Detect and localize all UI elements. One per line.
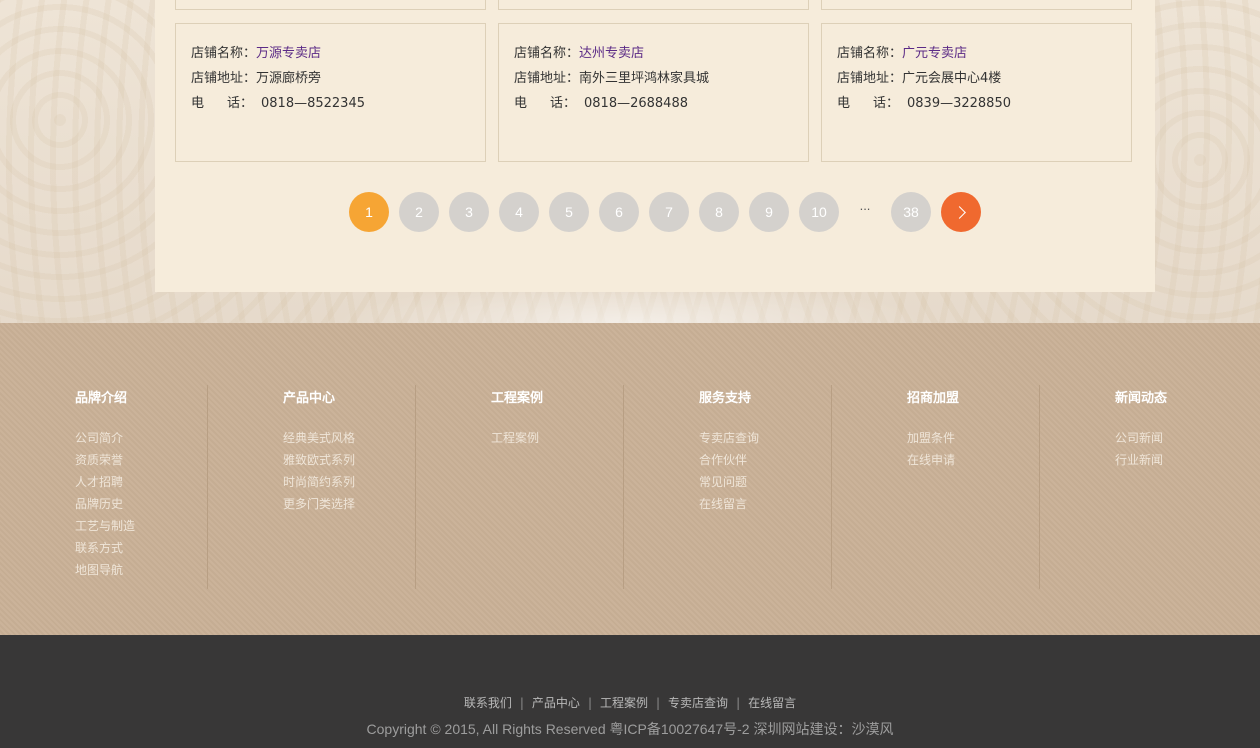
store-phone-row: 电话： 0839—3228850 (837, 91, 1131, 116)
footer-link[interactable]: 在线申请 (907, 449, 955, 471)
footer-link[interactable]: 品牌历史 (75, 493, 135, 515)
store-name-row: 店铺名称：广元专卖店 (837, 41, 1131, 66)
bottom-link-store-search[interactable]: 专卖店查询 (668, 696, 728, 710)
bottom-link-projects[interactable]: 工程案例 (600, 696, 648, 710)
page-button-6[interactable]: 6 (599, 192, 639, 232)
next-page-button[interactable] (941, 192, 981, 232)
link-separator: | (736, 696, 741, 710)
store-card-partial (821, 0, 1132, 10)
footer-link[interactable]: 公司简介 (75, 427, 135, 449)
store-address-row: 店铺地址：南外三里坪鸿林家具城 (514, 66, 808, 91)
store-phone-label: 电话： (191, 96, 254, 111)
footer-link[interactable]: 专卖店查询 (699, 427, 759, 449)
page-button-3[interactable]: 3 (449, 192, 489, 232)
footer-column-news: 新闻动态 公司新闻 行业新闻 (1040, 385, 1248, 589)
bottom-link-message[interactable]: 在线留言 (748, 696, 796, 710)
footer-link-list: 公司新闻 行业新闻 (1115, 427, 1163, 471)
bottom-link-contact[interactable]: 联系我们 (464, 696, 512, 710)
footer-link[interactable]: 公司新闻 (1115, 427, 1163, 449)
link-separator: | (519, 696, 524, 710)
store-address: 万源廊桥旁 (256, 71, 322, 86)
page-button-10[interactable]: 10 (799, 192, 839, 232)
footer-link[interactable]: 雅致欧式系列 (283, 449, 355, 471)
footer-link[interactable]: 更多门类选择 (283, 493, 355, 515)
store-phone: 0818—8522345 (261, 96, 365, 111)
store-name-label: 店铺名称： (837, 46, 903, 61)
footer-bottom-bar: 联系我们 | 产品中心 | 工程案例 | 专卖店查询 | 在线留言 Copyright © 20… (0, 635, 1260, 748)
footer-bottom-links: 联系我们 | 产品中心 | 工程案例 | 专卖店查询 | 在线留言 (0, 694, 1260, 711)
store-name-row: 店铺名称：达州专卖店 (514, 41, 808, 66)
bottom-link-products[interactable]: 产品中心 (532, 696, 580, 710)
footer-link-list: 加盟条件 在线申请 (907, 427, 955, 471)
store-phone-row: 电话： 0818—2688488 (514, 91, 808, 116)
store-address-row: 店铺地址：万源廊桥旁 (191, 66, 485, 91)
store-address-label: 店铺地址： (514, 71, 580, 86)
footer-column-title: 新闻动态 (1115, 391, 1168, 406)
footer-navigation: 品牌介绍 公司简介 资质荣誉 人才招聘 品牌历史 工艺与制造 联系方式 地图导航… (0, 323, 1260, 635)
footer-link[interactable]: 经典美式风格 (283, 427, 355, 449)
link-separator: | (656, 696, 661, 710)
footer-column-title: 服务支持 (699, 391, 752, 406)
footer-link[interactable]: 时尚简约系列 (283, 471, 355, 493)
footer-link[interactable]: 地图导航 (75, 559, 135, 581)
footer-link-list: 专卖店查询 合作伙伴 常见问题 在线留言 (699, 427, 759, 515)
footer-link-list: 工程案例 (491, 427, 539, 449)
footer-link-list: 公司简介 资质荣誉 人才招聘 品牌历史 工艺与制造 联系方式 地图导航 (75, 427, 135, 581)
footer-column-franchise: 招商加盟 加盟条件 在线申请 (832, 385, 1040, 589)
store-phone-label: 电话： (837, 96, 900, 111)
footer-link[interactable]: 在线留言 (699, 493, 759, 515)
store-address: 南外三里坪鸿林家具城 (579, 71, 710, 86)
chevron-right-icon (953, 205, 966, 219)
store-phone-label: 电话： (514, 96, 577, 111)
page-button-5[interactable]: 5 (549, 192, 589, 232)
page-button-2[interactable]: 2 (399, 192, 439, 232)
store-card: 店铺名称：广元专卖店 店铺地址：广元会展中心4楼 电话： 0839—3228850 (821, 23, 1132, 162)
store-phone: 0818—2688488 (584, 96, 688, 111)
store-name-label: 店铺名称： (514, 46, 580, 61)
footer-link[interactable]: 常见问题 (699, 471, 759, 493)
footer-link[interactable]: 行业新闻 (1115, 449, 1163, 471)
footer-link[interactable]: 工程案例 (491, 427, 539, 449)
store-name-row: 店铺名称：万源专卖店 (191, 41, 485, 66)
store-phone: 0839—3228850 (907, 96, 1011, 111)
store-address-label: 店铺地址： (191, 71, 257, 86)
store-name-link[interactable]: 广元专卖店 (902, 46, 967, 61)
store-address: 广元会展中心4楼 (902, 71, 1002, 86)
footer-column-service: 服务支持 专卖店查询 合作伙伴 常见问题 在线留言 (624, 385, 832, 589)
store-list-panel: 店铺名称：万源专卖店 店铺地址：万源廊桥旁 电话： 0818—8522345 店铺… (155, 0, 1155, 292)
store-address-label: 店铺地址： (837, 71, 903, 86)
page-button-8[interactable]: 8 (699, 192, 739, 232)
page-button-1[interactable]: 1 (349, 192, 389, 232)
footer-column-products: 产品中心 经典美式风格 雅致欧式系列 时尚简约系列 更多门类选择 (208, 385, 416, 589)
footer-column-projects: 工程案例 工程案例 (416, 385, 624, 589)
store-name-link[interactable]: 万源专卖店 (256, 46, 321, 61)
store-card: 店铺名称：达州专卖店 店铺地址：南外三里坪鸿林家具城 电话： 0818—26884… (498, 23, 809, 162)
store-phone-row: 电话： 0818—8522345 (191, 91, 485, 116)
link-separator: | (587, 696, 592, 710)
footer-link[interactable]: 合作伙伴 (699, 449, 759, 471)
page-button-last[interactable]: 38 (891, 192, 931, 232)
page-button-9[interactable]: 9 (749, 192, 789, 232)
store-name-link[interactable]: 达州专卖店 (579, 46, 644, 61)
page-button-7[interactable]: 7 (649, 192, 689, 232)
store-name-label: 店铺名称： (191, 46, 257, 61)
footer-link[interactable]: 联系方式 (75, 537, 135, 559)
page-ellipsis: ... (859, 198, 871, 213)
footer-link-list: 经典美式风格 雅致欧式系列 时尚简约系列 更多门类选择 (283, 427, 355, 515)
page-button-4[interactable]: 4 (499, 192, 539, 232)
store-card: 店铺名称：万源专卖店 店铺地址：万源廊桥旁 电话： 0818—8522345 (175, 23, 486, 162)
footer-column-title: 招商加盟 (907, 391, 960, 406)
store-card-partial (175, 0, 486, 10)
footer-column-title: 工程案例 (491, 391, 544, 406)
copyright-text: Copyright © 2015, All Rights Reserved 粤I… (366, 721, 894, 737)
footer-link[interactable]: 资质荣誉 (75, 449, 135, 471)
store-address-row: 店铺地址：广元会展中心4楼 (837, 66, 1131, 91)
footer-column-title: 产品中心 (283, 391, 336, 406)
footer-link[interactable]: 加盟条件 (907, 427, 955, 449)
footer-link[interactable]: 工艺与制造 (75, 515, 135, 537)
store-card-partial (498, 0, 809, 10)
footer-link[interactable]: 人才招聘 (75, 471, 135, 493)
footer-column-title: 品牌介绍 (75, 391, 128, 406)
footer-column-brand: 品牌介绍 公司简介 资质荣誉 人才招聘 品牌历史 工艺与制造 联系方式 地图导航 (0, 385, 208, 589)
